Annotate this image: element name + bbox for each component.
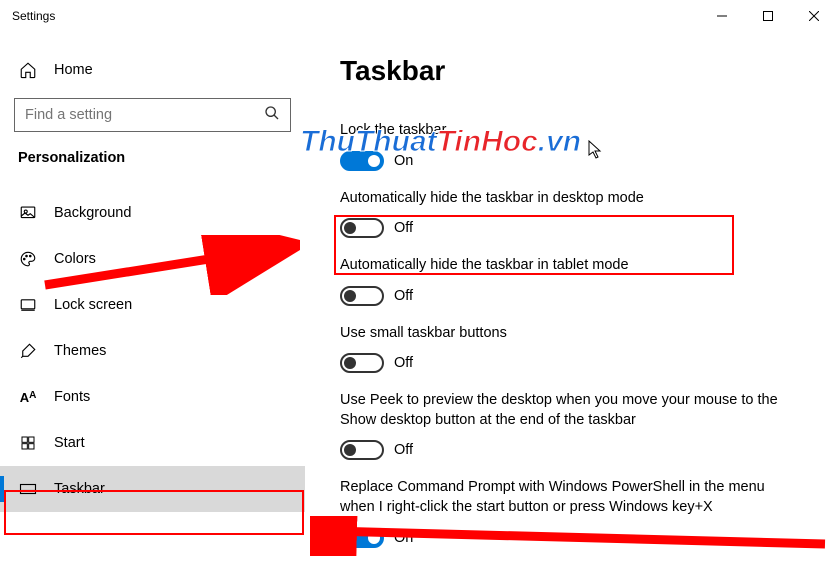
nav-label: Background: [54, 205, 131, 221]
nav-themes[interactable]: Themes: [0, 328, 305, 374]
minimize-button[interactable]: [699, 0, 745, 32]
nav-label: Lock screen: [54, 297, 132, 313]
setting-autohide-tablet: Automatically hide the taskbar in tablet…: [340, 256, 817, 306]
picture-icon: [18, 204, 38, 222]
toggle-state: Off: [394, 288, 413, 304]
toggle-lock-taskbar[interactable]: [340, 151, 384, 171]
setting-peek: Use Peek to preview the desktop when you…: [340, 391, 817, 460]
setting-autohide-desktop: Automatically hide the taskbar in deskto…: [340, 189, 817, 239]
close-button[interactable]: [791, 0, 837, 32]
nav-label: Fonts: [54, 389, 90, 405]
toggle-state: Off: [394, 220, 413, 236]
home-label: Home: [54, 62, 93, 78]
setting-powershell: Replace Command Prompt with Windows Powe…: [340, 478, 817, 547]
setting-label: Use Peek to preview the desktop when you…: [340, 391, 800, 430]
nav-taskbar[interactable]: Taskbar: [0, 466, 305, 512]
window-controls: [699, 0, 837, 32]
search-box[interactable]: [14, 98, 291, 132]
taskbar-icon: [18, 482, 38, 496]
toggle-state: Off: [394, 355, 413, 371]
toggle-state: On: [394, 153, 413, 169]
page-title: Taskbar: [340, 55, 817, 87]
nav-label: Colors: [54, 251, 96, 267]
nav-list: Background Colors Lock screen Themes AA …: [0, 190, 305, 512]
nav-colors[interactable]: Colors: [0, 236, 305, 282]
setting-small-buttons: Use small taskbar buttons Off: [340, 324, 817, 374]
setting-label: Use small taskbar buttons: [340, 324, 817, 344]
toggle-state: Off: [394, 442, 413, 458]
nav-label: Start: [54, 435, 85, 451]
nav-label: Taskbar: [54, 481, 105, 497]
toggle-peek[interactable]: [340, 440, 384, 460]
window-title: Settings: [12, 9, 55, 23]
toggle-autohide-tablet[interactable]: [340, 286, 384, 306]
toggle-powershell[interactable]: [340, 528, 384, 548]
toggle-autohide-desktop[interactable]: [340, 218, 384, 238]
home-icon: [18, 61, 38, 79]
setting-label: Replace Command Prompt with Windows Powe…: [340, 478, 800, 517]
setting-label: Lock the taskbar: [340, 121, 817, 141]
toggle-state: On: [394, 530, 413, 546]
lock-screen-icon: [18, 296, 38, 314]
start-icon: [18, 435, 38, 451]
search-input[interactable]: [25, 107, 264, 123]
sidebar: Home Personalization Background Colors L…: [0, 32, 305, 570]
nav-fonts[interactable]: AA Fonts: [0, 374, 305, 420]
content: Taskbar Lock the taskbar On Automaticall…: [340, 55, 817, 566]
nav-label: Themes: [54, 343, 106, 359]
home-link[interactable]: Home: [0, 50, 305, 90]
nav-background[interactable]: Background: [0, 190, 305, 236]
fonts-icon: AA: [18, 390, 38, 405]
section-header: Personalization: [0, 132, 305, 166]
maximize-button[interactable]: [745, 0, 791, 32]
setting-label: Automatically hide the taskbar in deskto…: [340, 189, 817, 209]
search-icon: [264, 105, 282, 125]
nav-start[interactable]: Start: [0, 420, 305, 466]
setting-lock-taskbar: Lock the taskbar On: [340, 121, 817, 171]
setting-label: Automatically hide the taskbar in tablet…: [340, 256, 817, 276]
nav-lock-screen[interactable]: Lock screen: [0, 282, 305, 328]
palette-icon: [18, 250, 38, 268]
toggle-small-buttons[interactable]: [340, 353, 384, 373]
themes-icon: [18, 342, 38, 360]
